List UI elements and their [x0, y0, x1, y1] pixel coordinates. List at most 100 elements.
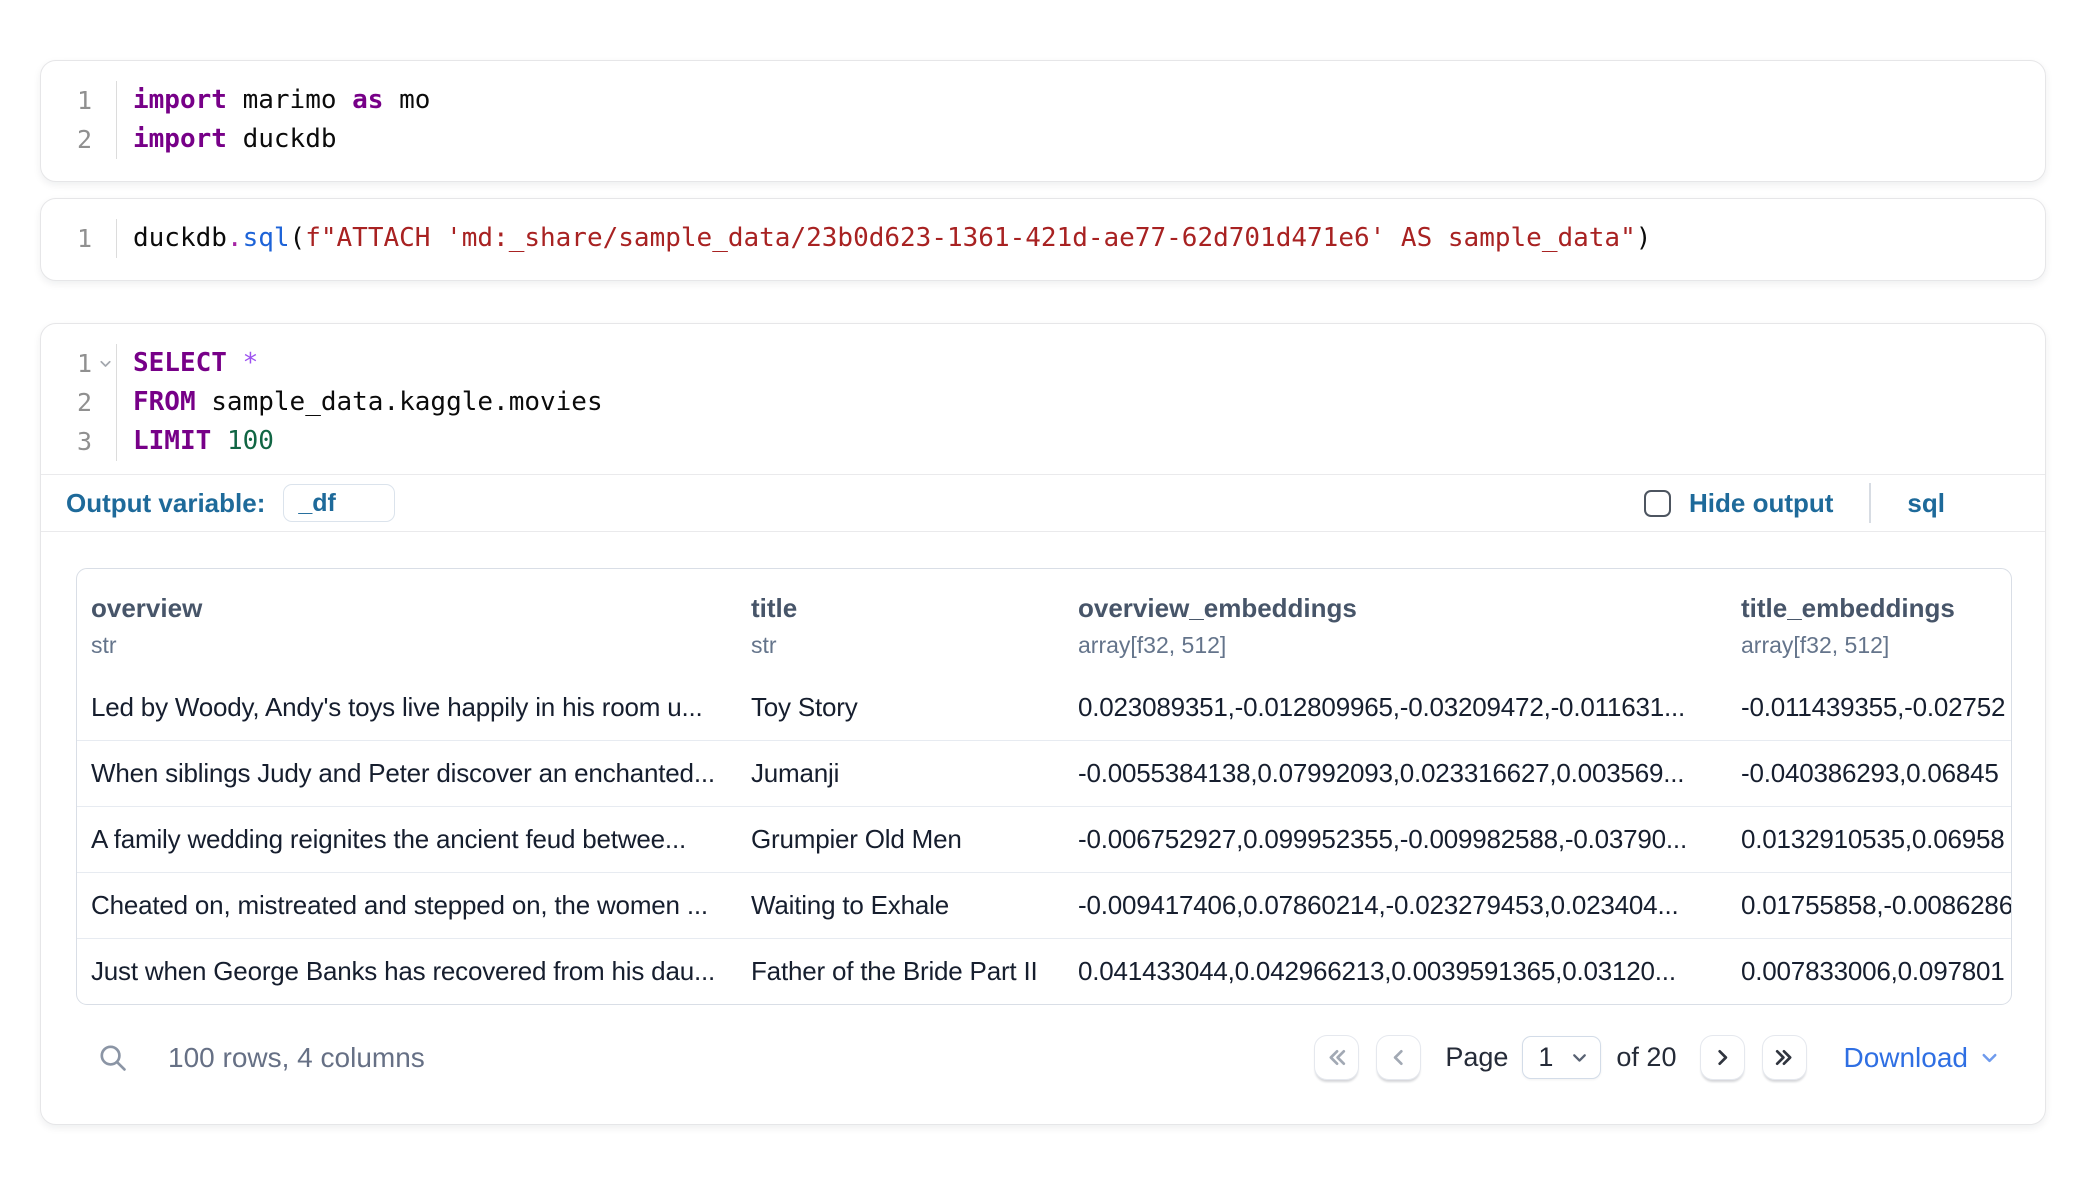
- page-select[interactable]: 1: [1522, 1036, 1601, 1079]
- line-number: 2: [41, 383, 116, 422]
- fold-chevron-down-icon[interactable]: [97, 355, 114, 372]
- chevron-down-icon: [1569, 1047, 1590, 1068]
- page-label: Page: [1445, 1042, 1508, 1073]
- page-select-value: 1: [1538, 1042, 1553, 1073]
- code-token: 100: [227, 426, 274, 456]
- column-name[interactable]: overview: [91, 593, 737, 623]
- code-content[interactable]: duckdb.sql(f"ATTACH 'md:_share/sample_da…: [117, 219, 2045, 258]
- code-content[interactable]: SELECT *FROM sample_data.kaggle.moviesLI…: [117, 344, 2045, 461]
- table-row: When siblings Judy and Peter discover an…: [77, 741, 2012, 807]
- column-type: array[f32, 512]: [1741, 632, 2012, 659]
- table-cell: A family wedding reignites the ancient f…: [77, 807, 737, 873]
- table-cell: 0.01755858,-0.0086286: [1727, 873, 2012, 939]
- chevron-left-icon: [1385, 1044, 1412, 1071]
- output-variable-input[interactable]: [283, 484, 395, 522]
- double-chevron-left-icon: [1323, 1044, 1350, 1071]
- code-editor-attach[interactable]: 1 duckdb.sql(f"ATTACH 'md:_share/sample_d…: [41, 199, 2045, 280]
- line-number: 1: [41, 81, 116, 120]
- code-cell-sql-query: 123SELECT *FROM sample_data.kaggle.movie…: [40, 323, 2046, 1125]
- table-cell: 0.023089351,-0.012809965,-0.03209472,-0.…: [1064, 675, 1727, 741]
- column-header-title_embeddings[interactable]: title_embeddings array[f32, 512]: [1727, 569, 2012, 675]
- row-count-label: 100 rows, 4 columns: [168, 1042, 425, 1074]
- chevron-down-icon: [1978, 1046, 2001, 1069]
- table-row: Led by Woody, Andy's toys live happily i…: [77, 675, 2012, 741]
- code-line[interactable]: import marimo as mo: [133, 81, 2045, 120]
- column-header-title[interactable]: title str: [737, 569, 1064, 675]
- toolbar-divider: [1869, 483, 1871, 523]
- table-cell: Jumanji: [737, 741, 1064, 807]
- line-number-gutter: 123: [41, 344, 117, 461]
- column-header-overview[interactable]: overview str: [77, 569, 737, 675]
- search-button[interactable]: [96, 1041, 130, 1075]
- prev-page-button[interactable]: [1376, 1035, 1421, 1080]
- code-token: .: [227, 223, 243, 253]
- column-type: array[f32, 512]: [1078, 632, 1727, 659]
- first-page-button[interactable]: [1314, 1035, 1359, 1080]
- code-token: as: [352, 85, 383, 115]
- cell-output: overview str title str overview_embeddingsar…: [41, 532, 2045, 1005]
- code-line[interactable]: LIMIT 100: [133, 422, 2045, 461]
- table-cell: 0.0132910535,0.06958: [1727, 807, 2012, 873]
- results-table-container: overview str title str overview_embeddingsar…: [76, 568, 2012, 1005]
- column-header-overview_embeddings[interactable]: overview_embeddings array[f32, 512]: [1064, 569, 1727, 675]
- column-name[interactable]: title: [751, 593, 1064, 623]
- line-number-gutter: 1: [41, 219, 117, 258]
- table-cell: Just when George Banks has recovered fro…: [77, 939, 737, 1005]
- code-token: FROM: [133, 387, 196, 417]
- next-page-button[interactable]: [1700, 1035, 1745, 1080]
- table-cell: Cheated on, mistreated and stepped on, t…: [77, 873, 737, 939]
- code-token: SELECT: [133, 348, 227, 378]
- total-pages-label: of 20: [1616, 1042, 1676, 1073]
- hide-output-label[interactable]: Hide output: [1689, 488, 1833, 519]
- sql-cell-toolbar: Output variable: Hide output sql: [41, 474, 2045, 532]
- hide-output-checkbox[interactable]: [1644, 490, 1671, 517]
- table-row: Cheated on, mistreated and stepped on, t…: [77, 873, 2012, 939]
- code-token: [227, 348, 243, 378]
- line-number: 1: [41, 219, 116, 258]
- code-token: f"ATTACH 'md:_share/sample_data/23b0d623…: [305, 223, 1636, 253]
- language-badge[interactable]: sql: [1907, 488, 1945, 519]
- line-number-gutter: 12: [41, 81, 117, 159]
- code-line[interactable]: import duckdb: [133, 120, 2045, 159]
- column-name[interactable]: title_embeddings: [1741, 593, 2012, 623]
- code-line[interactable]: SELECT *: [133, 344, 2045, 383]
- table-row: A family wedding reignites the ancient f…: [77, 807, 2012, 873]
- column-type: str: [751, 632, 1064, 659]
- table-footer: 100 rows, 4 columns Page 1: [41, 1005, 2045, 1124]
- code-line[interactable]: FROM sample_data.kaggle.movies: [133, 383, 2045, 422]
- code-token: import: [133, 124, 227, 154]
- code-editor-sql[interactable]: 123SELECT *FROM sample_data.kaggle.movie…: [41, 324, 2045, 474]
- code-token: import: [133, 85, 227, 115]
- table-cell: Led by Woody, Andy's toys live happily i…: [77, 675, 737, 741]
- code-token: mo: [383, 85, 430, 115]
- table-cell: -0.0055384138,0.07992093,0.023316627,0.0…: [1064, 741, 1727, 807]
- line-number: 1: [41, 344, 116, 383]
- column-type: str: [91, 632, 737, 659]
- table-cell: When siblings Judy and Peter discover an…: [77, 741, 737, 807]
- code-token: *: [243, 348, 259, 378]
- table-cell: Father of the Bride Part II: [737, 939, 1064, 1005]
- table-cell: 0.041433044,0.042966213,0.0039591365,0.0…: [1064, 939, 1727, 1005]
- code-content[interactable]: import marimo as moimport duckdb: [117, 81, 2045, 159]
- code-line[interactable]: duckdb.sql(f"ATTACH 'md:_share/sample_da…: [133, 219, 2045, 258]
- table-cell: -0.009417406,0.07860214,-0.023279453,0.0…: [1064, 873, 1727, 939]
- results-table: overview str title str overview_embeddingsar…: [77, 569, 2012, 1004]
- table-cell: Waiting to Exhale: [737, 873, 1064, 939]
- code-cell-imports: 12import marimo as moimport duckdb: [40, 60, 2046, 182]
- double-chevron-right-icon: [1771, 1044, 1798, 1071]
- line-number: 2: [41, 120, 116, 159]
- table-cell: -0.040386293,0.06845: [1727, 741, 2012, 807]
- code-token: ): [1636, 223, 1652, 253]
- notebook: 12import marimo as moimport duckdb 1duck…: [0, 0, 2086, 1125]
- code-token: LIMIT: [133, 426, 211, 456]
- chevron-right-icon: [1709, 1044, 1736, 1071]
- code-token: sample_data.kaggle.movies: [196, 387, 603, 417]
- code-editor-imports[interactable]: 12import marimo as moimport duckdb: [41, 61, 2045, 181]
- code-token: [211, 426, 227, 456]
- column-name[interactable]: overview_embeddings: [1078, 593, 1727, 623]
- table-row: Just when George Banks has recovered fro…: [77, 939, 2012, 1005]
- line-number: 3: [41, 422, 116, 461]
- output-variable-label: Output variable:: [66, 488, 265, 519]
- download-button[interactable]: Download: [1843, 1042, 2001, 1074]
- last-page-button[interactable]: [1762, 1035, 1807, 1080]
